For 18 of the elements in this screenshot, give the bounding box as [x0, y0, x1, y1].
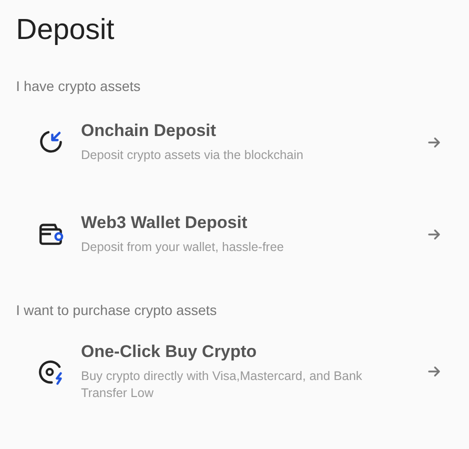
page-title: Deposit — [16, 13, 116, 48]
option-description: Deposit crypto assets via the blockchain — [81, 147, 304, 164]
option-title: One-Click Buy Crypto — [81, 341, 258, 363]
section-label: I want to purchase crypto assets — [16, 301, 218, 319]
section-label: I have crypto assets — [16, 77, 142, 95]
arrow-right-icon — [428, 136, 441, 148]
clock-arrow-icon — [38, 129, 64, 155]
deposit-option[interactable]: Onchain Deposit Deposit crypto assets via the blockchain — [16, 117, 469, 167]
option-description: Buy crypto directly with Visa,Mastercard, and Bank Transfer Low — [81, 368, 364, 402]
option-title: Web3 Wallet Deposit — [81, 212, 248, 234]
coin-bolt-icon — [38, 358, 64, 384]
wallet-icon — [38, 221, 64, 247]
option-title: Onchain Deposit — [81, 120, 218, 142]
arrow-right-icon — [428, 228, 441, 240]
deposit-option[interactable]: Web3 Wallet Deposit Deposit from your wallet, hassle-free — [16, 209, 469, 259]
option-description: Deposit from your wallet, hassle-free — [81, 239, 285, 256]
deposit-option[interactable]: One-Click Buy Crypto Buy crypto directly with Visa,Mastercard, and Bank Transfer Low — [16, 341, 469, 402]
arrow-right-icon — [428, 366, 441, 377]
